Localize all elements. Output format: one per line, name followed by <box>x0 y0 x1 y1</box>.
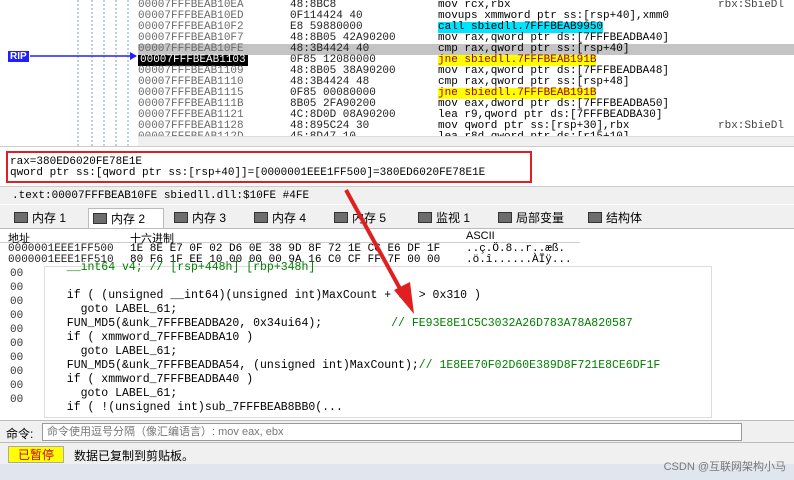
code-line: goto LABEL_61; <box>53 387 178 400</box>
code-line: FUN_MD5(&unk_7FFFBEADBA20, 0x34ui64); //… <box>53 317 633 330</box>
disassembly-view[interactable]: RIP 00007FFFBEAB10EA 48:8BC8 mov rcx,rbx rb… <box>0 0 794 146</box>
tab-label: 内存 5 <box>352 211 387 225</box>
instr-comment: rbx:SbieDl <box>718 0 785 11</box>
gutter-num: 00 <box>10 380 24 392</box>
gutter-num: 00 <box>10 268 24 280</box>
gutter-num: 00 <box>10 282 24 294</box>
command-bar: 命令: 命令使用逗号分隔（像汇编语言）: mov eax, ebx <box>0 420 794 442</box>
tab-icon <box>418 212 432 223</box>
code-line: if ( xmmword_7FFFBEADBA40 ) <box>53 373 254 386</box>
tab-icon <box>334 212 348 223</box>
instr-comment: rbx:SbieDl <box>718 120 785 132</box>
col-ascii[interactable]: ASCII <box>466 230 495 242</box>
branch-gutter: RIP <box>0 0 138 146</box>
tab-label: 监视 1 <box>436 211 471 225</box>
dump-tabs: 内存 1 内存 2 内存 3 内存 4 内存 5 监视 1 局部变量 结构体 <box>0 205 794 229</box>
tab-6[interactable]: 监视 1 <box>414 208 490 228</box>
tab-icon <box>93 213 107 224</box>
tab-icon <box>174 212 188 223</box>
tab-icon <box>588 212 602 223</box>
gutter-num: 00 <box>10 310 24 322</box>
tab-5[interactable]: 内存 5 <box>330 208 406 228</box>
branch-lines <box>30 0 137 146</box>
gutter-num: 00 <box>10 394 24 406</box>
pseudocode-panel: __int64 v4; // [rsp+448h] [rbp+348h] if … <box>44 261 712 418</box>
status-message: 数据已复制到剪贴板。 <box>74 449 195 463</box>
code-line: goto LABEL_61; <box>53 303 178 316</box>
tab-icon <box>498 212 512 223</box>
command-input[interactable]: 命令使用逗号分隔（像汇编语言）: mov eax, ebx <box>42 423 742 441</box>
tab-7[interactable]: 局部变量 <box>494 208 582 228</box>
tab-2[interactable]: 内存 2 <box>88 208 164 228</box>
tab-label: 结构体 <box>606 211 643 225</box>
code-line: goto LABEL_61; <box>53 345 178 358</box>
code-gutter: 00 00 00 00 00 00 00 00 00 00 <box>0 266 44 418</box>
dump-ascii: .ö.î......ÀÏÿ... <box>466 254 572 266</box>
gutter-num: 00 <box>10 296 24 308</box>
paused-badge: 已暂停 <box>8 446 64 463</box>
code-line: __int64 v4; // [rsp+448h] [rbp+348h] <box>53 261 316 274</box>
tab-label: 内存 1 <box>32 211 67 225</box>
tab-8[interactable]: 结构体 <box>584 208 654 228</box>
rip-label: RIP <box>8 51 29 62</box>
dump-header: 地址 十六进制 ASCII <box>0 230 580 245</box>
tab-icon <box>14 212 28 223</box>
code-line: FUN_MD5(&unk_7FFFBEADBA54, (unsigned int… <box>53 359 661 372</box>
info-panel: rax=380ED6020FE78E1E qword ptr ss:[qword… <box>0 146 794 186</box>
code-line: if ( !(unsigned int)sub_7FFFBEAB8BB0(... <box>53 401 343 414</box>
tab-label: 内存 3 <box>192 211 227 225</box>
tab-label: 内存 4 <box>272 211 307 225</box>
disassembly-scrollbar[interactable] <box>138 136 794 146</box>
info-line-memory: qword ptr ss:[qword ptr ss:[rsp+40]]=[00… <box>10 167 486 179</box>
tab-4[interactable]: 内存 4 <box>250 208 326 228</box>
tab-label: 局部变量 <box>516 211 565 225</box>
gutter-num: 00 <box>10 338 24 350</box>
tab-label: 内存 2 <box>111 212 146 226</box>
location-bar: .text:00007FFFBEAB10FE sbiedll.dll:$10FE… <box>0 186 794 204</box>
tab-icon <box>254 212 268 223</box>
tab-3[interactable]: 内存 3 <box>170 208 246 228</box>
command-label: 命令: <box>6 427 34 441</box>
code-line: if ( xmmword_7FFFBEADBA10 ) <box>53 331 254 344</box>
code-line: if ( (unsigned __int64)(unsigned int)Max… <box>53 289 481 302</box>
tab-1[interactable]: 内存 1 <box>10 208 86 228</box>
gutter-num: 00 <box>10 352 24 364</box>
watermark: CSDN @互联网架构小马 <box>663 461 786 473</box>
gutter-num: 00 <box>10 366 24 378</box>
gutter-num: 00 <box>10 324 24 336</box>
